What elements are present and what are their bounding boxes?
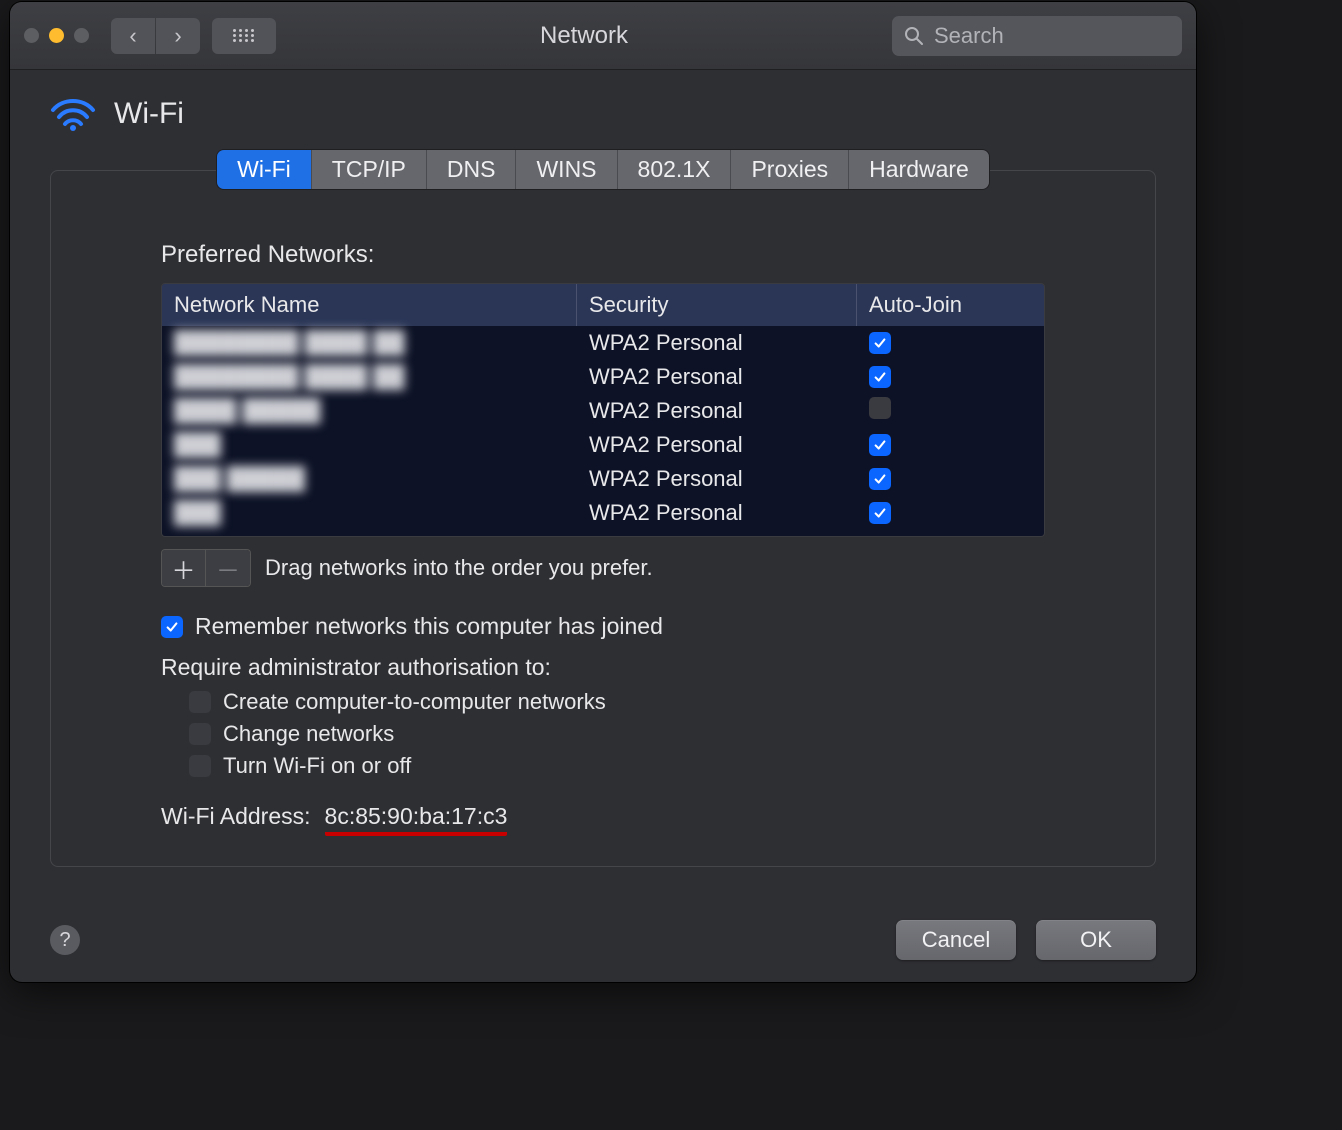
autojoin-cell [857,330,1044,356]
chevron-right-icon: › [174,25,181,47]
network-name-cell: ███ [162,432,577,458]
pane-header: Wi-Fi [50,96,1156,132]
change-networks-checkbox[interactable] [189,723,211,745]
turn-wifi-checkbox[interactable] [189,755,211,777]
help-button[interactable]: ? [50,925,80,955]
create-c2c-label: Create computer-to-computer networks [223,689,606,715]
autojoin-checkbox[interactable] [869,366,891,388]
autojoin-cell [857,466,1044,492]
check-icon [873,336,887,350]
remember-row: Remember networks this computer has join… [161,613,1045,640]
security-cell: WPA2 Personal [577,364,857,390]
security-cell: WPA2 Personal [577,330,857,356]
network-name-cell: ███ [162,500,577,526]
cancel-button[interactable]: Cancel [896,920,1016,960]
table-row[interactable]: ███ █████WPA2 Personal [162,462,1044,496]
check-icon [873,370,887,384]
add-remove-group: ＋ － [161,549,251,587]
remove-network-button[interactable]: － [206,550,250,586]
zoom-window-button[interactable] [74,28,89,43]
network-name-cell: ████ █████ [162,398,577,424]
col-auto-join[interactable]: Auto-Join [857,284,1044,326]
turn-wifi-label: Turn Wi-Fi on or off [223,753,411,779]
tab-wins[interactable]: WINS [516,150,617,189]
table-row[interactable]: ███WPA2 Personal [162,428,1044,462]
check-icon [873,472,887,486]
pane-body: Wi-Fi Wi-FiTCP/IPDNSWINS802.1XProxiesHar… [10,70,1196,982]
window-title: Network [288,22,880,50]
wifi-icon [50,96,96,132]
autojoin-cell [857,397,1044,425]
autojoin-checkbox[interactable] [869,434,891,456]
forward-button[interactable]: › [156,18,200,54]
check-icon [165,620,179,634]
table-body[interactable]: ████████ ████ ██WPA2 Personal████████ ██… [162,326,1044,536]
settings-panel: Preferred Networks: Network Name Securit… [50,170,1156,867]
tab-wifi[interactable]: Wi-Fi [217,150,312,189]
minimize-window-button[interactable] [49,28,64,43]
autojoin-checkbox[interactable] [869,332,891,354]
check-icon [873,506,887,520]
autojoin-checkbox[interactable] [869,468,891,490]
autojoin-cell [857,432,1044,458]
show-all-button[interactable] [212,18,276,54]
remember-networks-checkbox[interactable] [161,616,183,638]
wifi-address-value: 8c:85:90:ba:17:c3 [325,803,508,836]
table-row[interactable]: ████ █████WPA2 Personal [162,394,1044,428]
create-c2c-checkbox[interactable] [189,691,211,713]
add-remove-row: ＋ － Drag networks into the order you pre… [161,549,1045,587]
search-icon [904,26,924,46]
tab-bar: Wi-FiTCP/IPDNSWINS802.1XProxiesHardware [217,150,989,189]
table-row[interactable]: ████████ ████ ██WPA2 Personal [162,326,1044,360]
pane-title: Wi-Fi [114,97,184,131]
change-networks-label: Change networks [223,721,394,747]
col-network-name[interactable]: Network Name [162,284,577,326]
tab-proxies[interactable]: Proxies [731,150,849,189]
tab-hardware[interactable]: Hardware [849,150,989,189]
wifi-address-label: Wi-Fi Address: [161,803,311,836]
security-cell: WPA2 Personal [577,500,857,526]
security-cell: WPA2 Personal [577,432,857,458]
tab-dns[interactable]: DNS [427,150,517,189]
check-icon [873,438,887,452]
autojoin-cell [857,500,1044,526]
network-name-cell: ████████ ████ ██ [162,330,577,356]
window-toolbar: ‹ › Network Search [10,2,1196,70]
search-input[interactable]: Search [892,16,1182,56]
grid-icon [233,29,255,43]
search-placeholder: Search [934,23,1004,49]
require-admin-label: Require administrator authorisation to: [161,654,1045,681]
security-cell: WPA2 Personal [577,466,857,492]
col-security[interactable]: Security [577,284,857,326]
table-row[interactable]: ████████ ████ ██WPA2 Personal [162,360,1044,394]
preferences-window: ‹ › Network Search Wi-Fi Wi-Fi [10,2,1196,982]
preferred-networks-label: Preferred Networks: [161,241,1045,269]
tab-8021x[interactable]: 802.1X [618,150,732,189]
wifi-address-row: Wi-Fi Address: 8c:85:90:ba:17:c3 [161,803,1045,836]
preferred-networks-table: Network Name Security Auto-Join ████████… [161,283,1045,537]
close-window-button[interactable] [24,28,39,43]
security-cell: WPA2 Personal [577,398,857,424]
dialog-footer: ? Cancel OK [50,920,1156,960]
ok-button[interactable]: OK [1036,920,1156,960]
autojoin-checkbox[interactable] [869,502,891,524]
add-network-button[interactable]: ＋ [162,550,206,586]
table-header: Network Name Security Auto-Join [162,284,1044,326]
back-button[interactable]: ‹ [111,18,155,54]
remember-label: Remember networks this computer has join… [195,613,663,640]
network-name-cell: ████████ ████ ██ [162,364,577,390]
table-row[interactable]: ███WPA2 Personal [162,496,1044,530]
chevron-left-icon: ‹ [129,25,136,47]
network-name-cell: ███ █████ [162,466,577,492]
options-block: Remember networks this computer has join… [161,613,1045,836]
nav-back-forward: ‹ › [111,18,200,54]
autojoin-checkbox[interactable] [869,397,891,419]
autojoin-cell [857,364,1044,390]
tab-tcpip[interactable]: TCP/IP [312,150,427,189]
reorder-hint: Drag networks into the order you prefer. [265,555,653,581]
traffic-lights [24,28,89,43]
